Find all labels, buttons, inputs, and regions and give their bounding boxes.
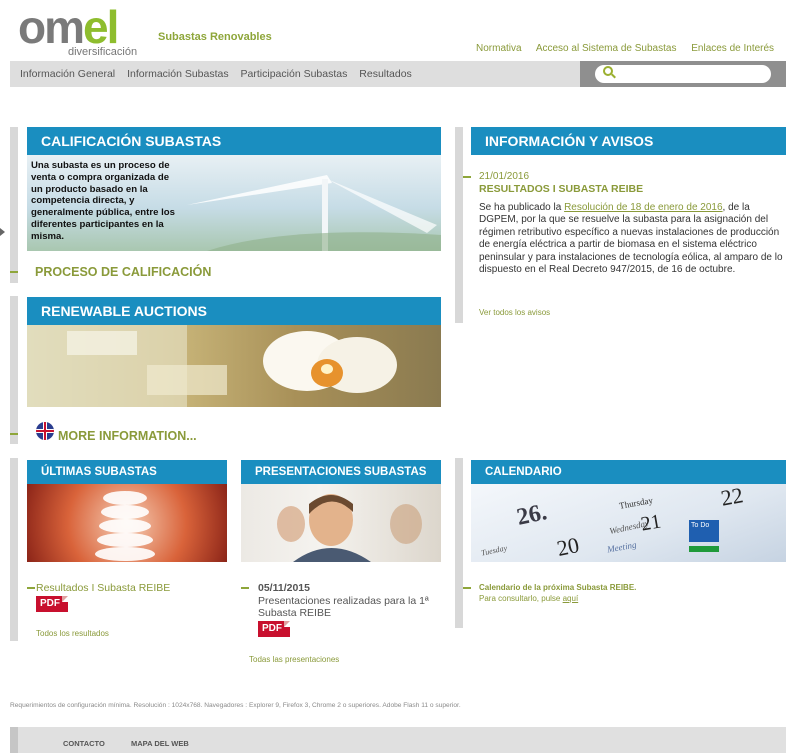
top-links: Normativa Acceso al Sistema de Subastas … <box>476 43 774 54</box>
renewable-header: RENEWABLE AUCTIONS <box>27 297 441 325</box>
people-shape <box>277 494 422 562</box>
resolucion-link[interactable]: Resolución de 18 de enero de 2016 <box>564 202 722 213</box>
aqui-link[interactable]: aquí <box>563 594 579 603</box>
left-bar-3 <box>10 458 18 641</box>
footer-bar: CONTACTO MAPA DEL WEB <box>10 727 786 753</box>
calificacion-text: Una subasta es un proceso de venta o com… <box>31 160 175 242</box>
aviso-headline[interactable]: RESULTADOS I SUBASTA REIBE <box>479 183 643 195</box>
business-people-image <box>241 484 441 562</box>
left-bar-1 <box>10 127 18 283</box>
footer-contacto-link[interactable]: CONTACTO <box>63 739 105 748</box>
search-icon[interactable] <box>603 66 613 76</box>
search-input[interactable] <box>595 65 771 83</box>
resultados-reibe-link[interactable]: Resultados I Subasta REIBE <box>36 582 170 594</box>
calendario-sub: Para consultarlo, pulse aquí <box>479 594 578 603</box>
omel-logo[interactable]: omel diversificación <box>18 1 140 62</box>
search-area <box>580 61 786 87</box>
left-bar-2 <box>10 296 18 444</box>
cal-label: 22 <box>718 484 745 511</box>
scroll-arrow-icon[interactable] <box>0 228 5 236</box>
footer-mapa-link[interactable]: MAPA DEL WEB <box>131 739 189 748</box>
calendario-header: CALENDARIO <box>471 460 786 484</box>
ver-todos-avisos-link[interactable]: Ver todos los avisos <box>479 308 550 317</box>
top-link-enlaces[interactable]: Enlaces de Interés <box>691 43 774 54</box>
aviso-date: 21/01/2016 <box>479 171 530 182</box>
dash-marker <box>10 433 18 435</box>
pdf-icon[interactable]: PDF <box>258 621 290 637</box>
dash-marker <box>463 176 471 178</box>
dash-marker <box>463 587 471 589</box>
requirements-text: Requerimientos de configuración mínima. … <box>10 702 461 709</box>
orchid-image <box>27 325 397 407</box>
right-bar-1 <box>455 127 463 323</box>
cal-green-tag <box>689 546 719 552</box>
ultimas-header: ÚLTIMAS SUBASTAS <box>27 460 227 484</box>
presentaciones-header: PRESENTACIONES SUBASTAS <box>241 460 441 484</box>
nav-informacion-subastas[interactable]: Información Subastas <box>127 68 229 80</box>
more-information-link[interactable]: MORE INFORMATION... <box>58 429 197 443</box>
coins-shape <box>95 491 155 561</box>
presentacion-date: 05/11/2015 <box>258 582 310 594</box>
avisos-header: INFORMACIÓN Y AVISOS <box>471 127 786 155</box>
nav-participacion-subastas[interactable]: Participación Subastas <box>241 68 348 80</box>
nav-informacion-general[interactable]: Información General <box>20 68 115 80</box>
hands-coins-image <box>27 484 227 562</box>
nav-resultados[interactable]: Resultados <box>359 68 412 80</box>
proceso-calificacion-link[interactable]: PROCESO DE CALIFICACIÓN <box>35 265 211 279</box>
todas-presentaciones-link[interactable]: Todas las presentaciones <box>249 655 339 664</box>
dash-marker <box>10 271 18 273</box>
cal-label: 26. <box>514 499 550 531</box>
calificacion-header: CALIFICACIÓN SUBASTAS <box>27 127 441 155</box>
cal-label: Meeting <box>606 539 638 555</box>
calendar-image: 26. Wednesday 20 Thursday 21 22 Meeting … <box>471 484 786 562</box>
main-nav: Información General Información Subastas… <box>10 61 786 87</box>
renewable-banner <box>27 325 441 407</box>
calendario-proxima-link[interactable]: Calendario de la próxima Subasta REIBE. <box>479 583 636 592</box>
cal-label: Thursday <box>618 495 654 511</box>
calendario-sub-text: Para consultarlo, pulse <box>479 594 563 603</box>
cal-label: To Do <box>689 520 719 542</box>
dash-marker <box>27 587 35 589</box>
cal-label: 21 <box>639 510 663 536</box>
pdf-icon[interactable]: PDF <box>36 596 68 612</box>
aviso-body: Se ha publicado la Resolución de 18 de e… <box>479 202 785 276</box>
presentaciones-reibe-link[interactable]: Presentaciones realizadas para la 1ª Sub… <box>258 595 438 619</box>
todos-resultados-link[interactable]: Todos los resultados <box>36 629 109 638</box>
site-tagline: Subastas Renovables <box>158 31 272 43</box>
top-link-acceso[interactable]: Acceso al Sistema de Subastas <box>536 43 677 54</box>
dash-marker <box>241 587 249 589</box>
footer-bar-edge <box>10 727 18 753</box>
cal-label: Tuesday <box>480 543 508 558</box>
calificacion-banner: Una subasta es un proceso de venta o com… <box>27 155 441 251</box>
uk-flag-icon <box>36 422 54 440</box>
cal-label: 20 <box>554 531 582 562</box>
top-link-normativa[interactable]: Normativa <box>476 43 522 54</box>
aviso-body-text: Se ha publicado la <box>479 202 565 213</box>
right-bar-2 <box>455 458 463 628</box>
logo-subtitle: diversificación <box>68 46 138 58</box>
